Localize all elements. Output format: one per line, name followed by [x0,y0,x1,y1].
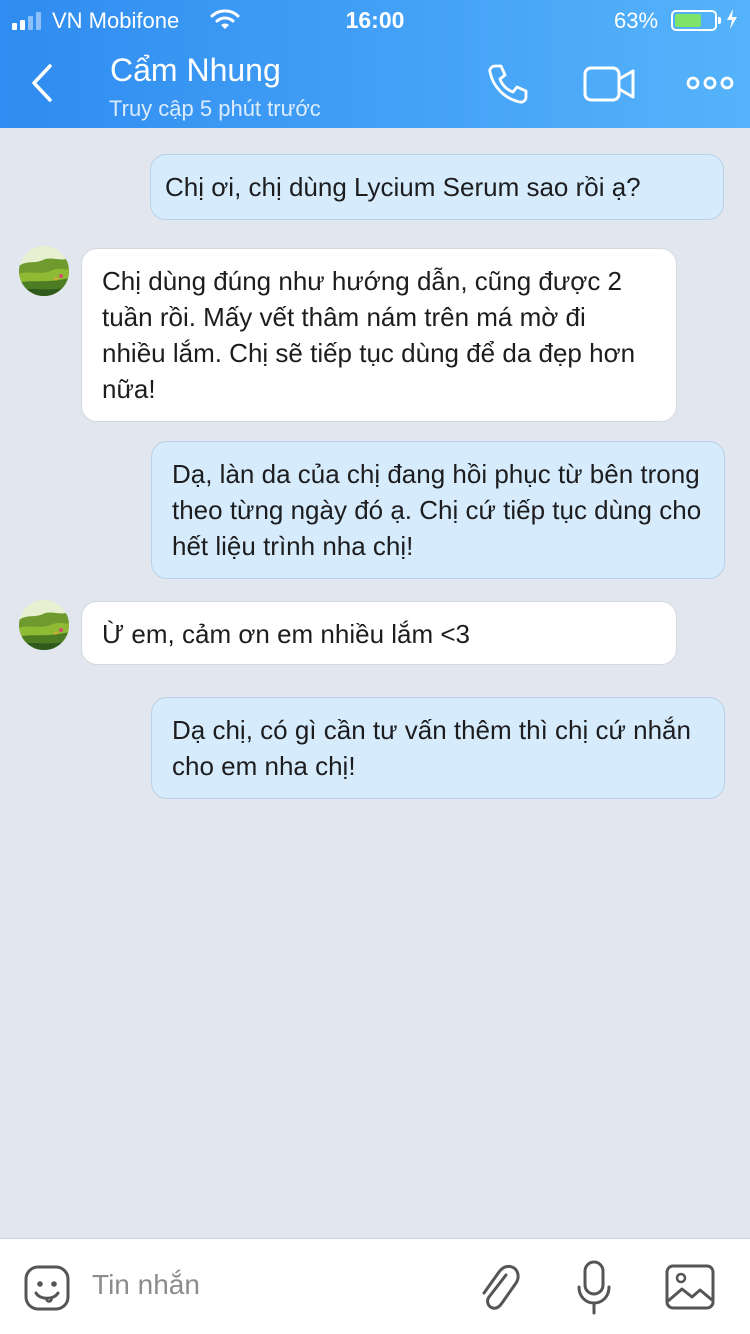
contact-name[interactable]: Cẩm Nhung [110,52,281,89]
message-list[interactable]: Chị ơi, chị dùng Lycium Serum sao rồi ạ?… [0,128,750,1238]
last-seen-status: Truy cập 5 phút trước [109,96,321,121]
back-icon[interactable] [22,60,62,106]
contact-avatar[interactable] [19,246,69,296]
chat-header: VN Mobifone 16:00 63% Cẩm Nhung Truy cập… [0,0,750,128]
outgoing-message[interactable]: Dạ, làn da của chị đang hồi phục từ bên … [151,441,725,579]
outgoing-message[interactable]: Dạ chị, có gì cần tư vấn thêm thì chị cứ… [151,697,725,799]
paperclip-icon[interactable] [476,1261,522,1315]
phone-icon[interactable] [486,62,530,106]
image-icon[interactable] [664,1263,716,1311]
sticker-icon[interactable] [22,1263,72,1313]
microphone-icon[interactable] [576,1259,612,1317]
battery-percentage: 63% [614,8,659,33]
incoming-message[interactable]: Chị dùng đúng như hướng dẫn, cũng được 2… [81,248,677,422]
incoming-message[interactable]: Ừ em, cảm ơn em nhiều lắm <3 [81,601,677,665]
status-bar: VN Mobifone 16:00 63% [0,0,750,40]
more-icon[interactable] [686,72,734,94]
charging-icon [727,9,737,29]
composer-bar [0,1238,750,1334]
message-input[interactable] [92,1263,452,1307]
contact-avatar[interactable] [19,600,69,650]
outgoing-message[interactable]: Chị ơi, chị dùng Lycium Serum sao rồi ạ? [150,154,724,220]
battery-icon [671,10,721,31]
video-camera-icon[interactable] [582,64,636,104]
